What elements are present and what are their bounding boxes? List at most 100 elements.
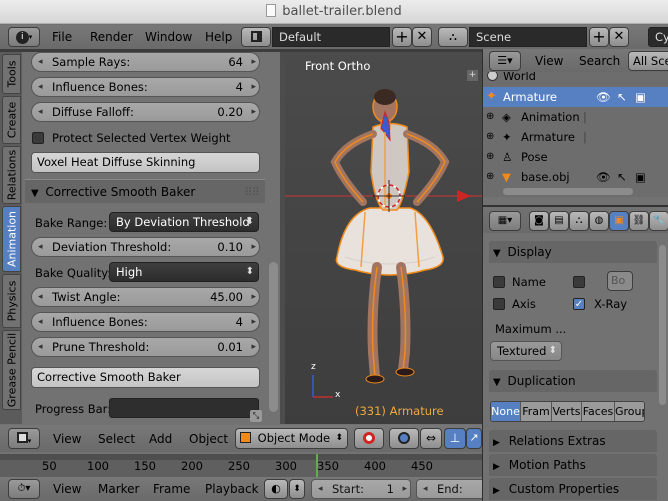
- translate-manipulator-button[interactable]: ↗: [466, 428, 482, 449]
- dup-none-option[interactable]: None: [491, 402, 520, 421]
- 3dview-editor-type-button[interactable]: ▾: [8, 428, 40, 449]
- render-engine-field[interactable]: Cy: [648, 27, 668, 47]
- relations-extras-panel-header[interactable]: ▶ Relations Extras: [489, 430, 657, 452]
- diffuse-falloff-field[interactable]: Diffuse Falloff:0.20: [31, 102, 260, 122]
- expand-plus-icon[interactable]: ⊕: [486, 147, 494, 167]
- tab-animation[interactable]: Animation: [2, 206, 21, 272]
- keying-set-button[interactable]: ⬍: [289, 479, 305, 499]
- dup-group-option[interactable]: Group: [614, 402, 644, 421]
- outliner-menu-search[interactable]: Search: [579, 49, 620, 73]
- corrective-smooth-panel-header[interactable]: ▼ Corrective Smooth Baker ⠿⠿: [25, 179, 265, 203]
- outliner-row-world[interactable]: World: [483, 72, 668, 86]
- timeline-ruler[interactable]: 50 100 150 200 250 300 350 400 450: [0, 454, 482, 477]
- corrective-smooth-bake-button[interactable]: Corrective Smooth Baker: [31, 367, 260, 388]
- twist-angle-field[interactable]: Twist Angle:45.00: [31, 287, 260, 307]
- protect-vertex-weight-checkbox[interactable]: [32, 132, 44, 144]
- drag-handle-icon[interactable]: ⠿⠿: [244, 180, 260, 204]
- maximum-draw-type-dropdown[interactable]: Textured: [490, 341, 562, 361]
- outliner-row-armature-data[interactable]: ⊕ ✦ Armature |: [483, 127, 668, 147]
- transform-manipulator-button[interactable]: ⊥: [444, 428, 466, 449]
- prune-threshold-field[interactable]: Prune Threshold:0.01: [31, 337, 260, 357]
- outliner-row-armature[interactable]: ✦ Armature 👁 ↖ ▣: [483, 87, 668, 107]
- menu-render[interactable]: Render: [90, 25, 133, 49]
- timeline-menu-playback[interactable]: Playback: [205, 477, 259, 501]
- expand-plus-icon[interactable]: ⊕: [486, 107, 494, 127]
- start-frame-field[interactable]: Start:1: [311, 479, 411, 499]
- scene-icon-button[interactable]: ⛬: [438, 27, 468, 47]
- display-xray-checkbox[interactable]: ✓: [573, 298, 585, 310]
- timeline-menu-view[interactable]: View: [53, 477, 81, 501]
- properties-scrollbar[interactable]: [659, 245, 666, 405]
- menu-file[interactable]: File: [52, 25, 72, 49]
- outliner-row-animation[interactable]: ⊕ ◈ Animation |: [483, 107, 668, 127]
- select-cursor-icon[interactable]: ↖: [617, 167, 627, 187]
- add-layout-button[interactable]: +: [392, 27, 412, 47]
- add-scene-button[interactable]: +: [589, 27, 609, 47]
- pivot-point-button[interactable]: [389, 428, 419, 449]
- visibility-eye-icon[interactable]: 👁: [596, 167, 611, 187]
- sample-rays-field[interactable]: Sample Rays:64: [31, 52, 260, 72]
- timeline-menu-marker[interactable]: Marker: [98, 477, 139, 501]
- render-tab-icon[interactable]: ◙: [529, 211, 549, 231]
- timeline-editor-type-button[interactable]: ⏱▾: [8, 479, 40, 499]
- bounds-type-dropdown[interactable]: Bo: [607, 271, 633, 291]
- voxel-heat-skinning-button[interactable]: Voxel Heat Diffuse Skinning: [31, 152, 260, 173]
- display-name-checkbox[interactable]: [493, 276, 505, 288]
- screen-layout-field[interactable]: Default: [272, 27, 390, 47]
- outliner-menu-view[interactable]: View: [535, 49, 563, 73]
- object-tab-icon[interactable]: ▣: [609, 211, 629, 231]
- properties-editor-type-button[interactable]: ▦▾: [489, 211, 521, 231]
- dup-verts-option[interactable]: Verts: [551, 402, 581, 421]
- menu-help[interactable]: Help: [205, 25, 232, 49]
- display-bounds-checkbox[interactable]: [573, 276, 585, 288]
- delete-scene-button[interactable]: ✕: [609, 27, 629, 47]
- expand-plus-icon[interactable]: ⊕: [486, 127, 494, 147]
- select-cursor-icon[interactable]: ↖: [617, 87, 627, 107]
- dup-frames-option[interactable]: Fram: [520, 402, 551, 421]
- motion-paths-panel-header[interactable]: ▶ Motion Paths: [489, 454, 657, 476]
- resize-corner-icon[interactable]: ⤡: [250, 410, 262, 422]
- display-panel-header[interactable]: ▼ Display: [489, 241, 657, 263]
- screen-layout-icon-button[interactable]: [241, 27, 271, 47]
- expand-plus-icon[interactable]: ⊕: [486, 167, 494, 187]
- tab-relations[interactable]: Relations: [2, 146, 21, 204]
- viewport-menu-object[interactable]: Object: [189, 427, 228, 451]
- manipulator-toggle-button[interactable]: ⇔: [420, 428, 442, 449]
- custom-properties-panel-header[interactable]: ▶ Custom Properties: [489, 478, 657, 500]
- deviation-threshold-field[interactable]: Deviation Threshold:0.10: [31, 237, 260, 257]
- display-axis-checkbox[interactable]: [493, 298, 505, 310]
- outliner-display-filter[interactable]: All Sce: [628, 51, 668, 71]
- timeline-menu-frame[interactable]: Frame: [153, 477, 190, 501]
- 3d-viewport[interactable]: Front Ortho + z x (331) Armature: [285, 52, 482, 424]
- viewport-menu-select[interactable]: Select: [98, 427, 135, 451]
- scene-field[interactable]: Scene: [469, 27, 587, 47]
- outliner-hscrollbar[interactable]: [503, 188, 633, 195]
- viewport-menu-add[interactable]: Add: [149, 427, 172, 451]
- delete-layout-button[interactable]: ✕: [412, 27, 432, 47]
- render-camera-icon[interactable]: ▣: [635, 87, 646, 107]
- influence-bones-2-field[interactable]: Influence Bones:4: [31, 312, 260, 332]
- tab-physics[interactable]: Physics: [2, 274, 21, 328]
- world-tab-icon[interactable]: ◍: [589, 211, 609, 231]
- outliner-row-base-obj[interactable]: ⊕ ▼ base.obj 👁 ↖ ▣: [483, 167, 668, 187]
- modifiers-tab-icon[interactable]: 🔧: [649, 211, 668, 231]
- visibility-eye-icon[interactable]: 👁: [596, 87, 611, 107]
- bake-range-dropdown[interactable]: By Deviation Threshold: [109, 212, 259, 232]
- tab-create[interactable]: Create: [2, 96, 21, 144]
- layers-tab-icon[interactable]: ▤: [549, 211, 569, 231]
- constraints-tab-icon[interactable]: ⛓: [629, 211, 649, 231]
- viewport-shading-button[interactable]: [354, 428, 384, 449]
- scene-tab-icon[interactable]: ⛬: [569, 211, 589, 231]
- interaction-mode-dropdown[interactable]: Object Mode ⬍: [235, 428, 348, 449]
- dup-faces-option[interactable]: Faces: [581, 402, 614, 421]
- menu-window[interactable]: Window: [145, 25, 192, 49]
- render-camera-icon[interactable]: ▣: [635, 167, 646, 187]
- bake-quality-dropdown[interactable]: High: [109, 262, 259, 282]
- tab-tools[interactable]: Tools: [2, 54, 21, 94]
- toolshelf-scrollbar[interactable]: [269, 262, 278, 412]
- duplication-panel-header[interactable]: ▼ Duplication: [489, 370, 657, 392]
- timeline-sync-button[interactable]: ◐: [264, 479, 288, 499]
- influence-bones-field[interactable]: Influence Bones:4: [31, 77, 260, 97]
- tab-grease-pencil[interactable]: Grease Pencil: [2, 330, 21, 410]
- outliner-editor-type-button[interactable]: ☰▾: [489, 51, 521, 71]
